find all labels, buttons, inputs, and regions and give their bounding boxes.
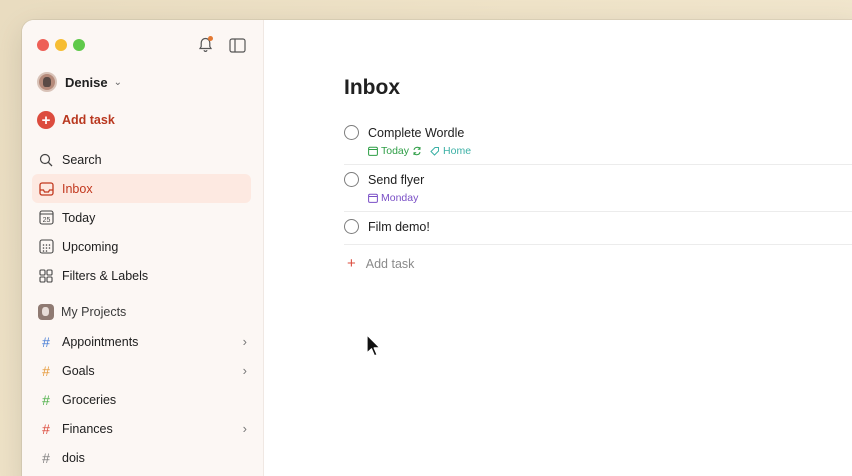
plus-icon: + [347, 255, 356, 272]
chevron-down-icon: ⌄ [113, 76, 123, 88]
project-label: Appointments [62, 334, 139, 349]
task-checkbox[interactable] [344, 172, 359, 187]
add-task-label: Add task [62, 113, 115, 127]
sidebar-item-upcoming[interactable]: Upcoming [32, 232, 251, 261]
project-label: Groceries [62, 392, 117, 407]
project-item-groceries[interactable]: # Groceries [32, 385, 251, 414]
task-title: Film demo! [368, 219, 430, 234]
grid-icon [38, 268, 54, 284]
due-date-text: Today [381, 145, 410, 157]
avatar [37, 72, 57, 92]
sidebar-item-inbox[interactable]: Inbox [32, 174, 251, 203]
project-item-appointments[interactable]: # Appointments › [32, 327, 251, 356]
label-badge[interactable]: Home [430, 145, 471, 157]
project-item-goals[interactable]: # Goals › [32, 356, 251, 385]
project-list: # Appointments › # Goals › # Groceries #… [32, 327, 251, 472]
sidebar-item-label: Search [62, 152, 102, 167]
minimize-window-button[interactable] [55, 39, 67, 51]
chevron-right-icon[interactable]: › [243, 363, 247, 378]
sidebar-item-label: Inbox [62, 181, 93, 196]
projects-avatar-icon [38, 304, 54, 320]
add-task-inline-button[interactable]: + Add task [344, 245, 852, 271]
tag-icon [430, 147, 440, 156]
calendar-today-icon: 25 [38, 210, 54, 226]
chevron-right-icon[interactable]: › [243, 421, 247, 436]
task-checkbox[interactable] [344, 219, 359, 234]
notification-dot [208, 36, 213, 41]
sidebar-item-label: Today [62, 210, 96, 225]
sidebar: Denise ⌄ + Add task Search Inbox 25 Toda… [22, 20, 264, 476]
task-meta: Monday [344, 187, 852, 211]
sidebar-toggle-icon[interactable] [227, 35, 247, 55]
chevron-right-icon[interactable]: › [243, 334, 247, 349]
hash-icon: # [42, 362, 50, 379]
label-text: Home [443, 145, 472, 157]
calendar-day-number: 25 [42, 217, 50, 224]
window-controls [37, 39, 85, 51]
bell-icon[interactable] [195, 35, 215, 55]
add-task-inline-label: Add task [365, 256, 415, 271]
hash-icon: # [42, 391, 50, 408]
my-projects-header[interactable]: My Projects [38, 304, 126, 320]
app-window: Denise ⌄ + Add task Search Inbox 25 Toda… [22, 20, 852, 476]
task-item[interactable]: Complete Wordle Today Home [344, 118, 852, 165]
project-label: Finances [62, 421, 113, 436]
hash-icon: # [42, 449, 50, 466]
calendar-icon [368, 146, 378, 156]
sidebar-item-search[interactable]: Search [32, 145, 251, 174]
my-projects-label: My Projects [61, 305, 127, 319]
sidebar-item-label: Upcoming [62, 239, 119, 254]
sidebar-item-filters-labels[interactable]: Filters & Labels [32, 261, 251, 290]
hash-icon: # [42, 420, 50, 437]
sidebar-nav: Search Inbox 25 Today Upcoming Filters &… [32, 145, 251, 290]
mouse-cursor-icon [366, 334, 382, 363]
calendar-grid-icon [38, 239, 54, 255]
main-content: Inbox Complete Wordle Today Home Send fl… [264, 20, 852, 476]
task-meta: Today Home [344, 140, 852, 164]
due-date-text: Monday [381, 192, 419, 204]
task-title: Send flyer [368, 172, 425, 187]
sidebar-item-today[interactable]: 25 Today [32, 203, 251, 232]
search-icon [38, 152, 54, 168]
page-title: Inbox [344, 76, 400, 99]
close-window-button[interactable] [37, 39, 49, 51]
inbox-icon [38, 181, 54, 197]
task-item[interactable]: Film demo! [344, 212, 852, 245]
plus-circle-icon: + [37, 111, 55, 129]
project-label: dois [62, 450, 85, 465]
zoom-window-button[interactable] [73, 39, 85, 51]
recurring-icon [413, 146, 421, 156]
task-title: Complete Wordle [368, 125, 465, 140]
sidebar-item-label: Filters & Labels [62, 268, 149, 283]
due-date-badge[interactable]: Monday [368, 192, 418, 204]
hash-icon: # [42, 333, 50, 350]
project-item-finances[interactable]: # Finances › [32, 414, 251, 443]
project-label: Goals [62, 363, 95, 378]
due-date-badge[interactable]: Today [368, 145, 422, 157]
task-list: Complete Wordle Today Home Send flyer Mo… [344, 118, 852, 271]
user-name: Denise [65, 74, 108, 90]
project-item-dois[interactable]: # dois [32, 443, 251, 472]
add-task-button[interactable]: + Add task [37, 111, 115, 129]
user-menu[interactable]: Denise ⌄ [37, 72, 122, 92]
task-item[interactable]: Send flyer Monday [344, 165, 852, 212]
task-checkbox[interactable] [344, 125, 359, 140]
sidebar-top-icons [195, 35, 247, 55]
calendar-icon [368, 193, 378, 203]
